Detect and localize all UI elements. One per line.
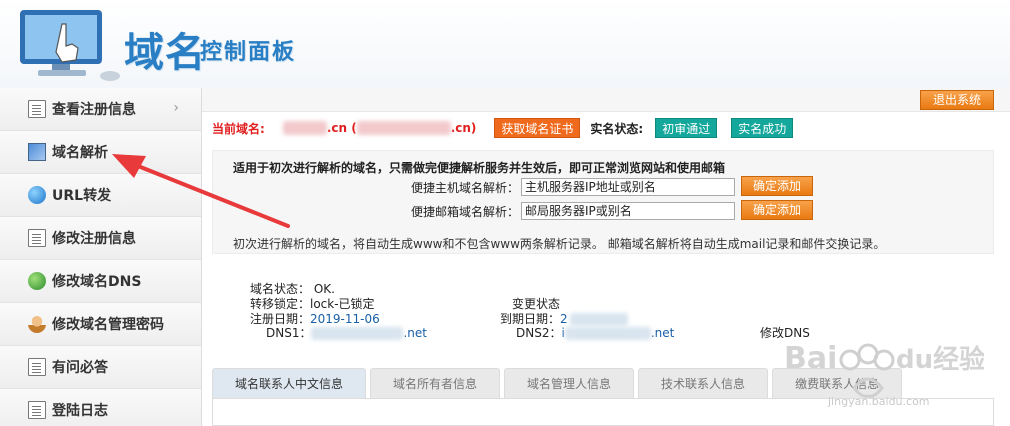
mail-add-button[interactable]: 确定添加: [741, 200, 813, 220]
svg-text:Bai: Bai: [784, 341, 837, 376]
document-icon: [28, 401, 46, 419]
logo-title: 域名: [124, 30, 206, 76]
logout-button[interactable]: 退出系统: [920, 90, 994, 110]
tab-admin[interactable]: 域名管理人信息: [504, 368, 635, 398]
dns1-label: DNS1：: [266, 326, 312, 340]
quick-resolve-note: 初次进行解析的域名，将自动生成www和不包含www两条解析记录。 邮箱域名解析将…: [233, 237, 886, 251]
host-resolve-input[interactable]: 主机服务器IP地址或别名: [521, 178, 735, 196]
domain-suffix-close: .cn): [450, 121, 477, 135]
sidebar-item-label: 修改域名管理密码: [52, 317, 164, 333]
dns2-label: DNS2：: [516, 326, 562, 340]
sidebar-item-login-log[interactable]: 登陆日志: [0, 389, 201, 426]
sidebar-item-edit-dns[interactable]: 修改域名DNS: [0, 260, 201, 303]
dns1-value: .net: [403, 326, 427, 340]
domain-control-panel: 域名 控制面板 查看注册信息 › 域名解析 URL转发 修改注册信息 修改域名D…: [0, 0, 1010, 426]
sidebar-item-dns-resolve[interactable]: 域名解析: [0, 131, 201, 174]
document-icon: [28, 100, 46, 118]
current-domain-bar: 当前域名: .cn ( .cn) 获取域名证书 实名状态: 初审通过 实名成功: [212, 117, 794, 139]
sidebar-item-label: 域名解析: [52, 145, 108, 161]
mail-resolve-label: 便捷邮箱域名解析：: [411, 205, 520, 219]
sidebar-item-label: 登陆日志: [52, 403, 108, 419]
redacted-dns2: [564, 327, 651, 340]
quick-resolve-intro: 适用于初次进行解析的域名，只需做完便捷解析服务并生效后，即可正常浏览网站和使用邮…: [233, 161, 726, 175]
watermark-url: jingyan.baidu.com: [828, 395, 930, 408]
document-icon: [28, 358, 46, 376]
current-domain-label: 当前域名:: [212, 121, 265, 136]
quick-resolve-panel: 适用于初次进行解析的域名，只需做完便捷解析服务并生效后，即可正常浏览网站和使用邮…: [212, 150, 994, 254]
dns2: DNS2：i .net: [516, 324, 674, 341]
document-edit-icon: [28, 229, 46, 247]
sidebar-item-label: 查看注册信息: [52, 102, 136, 118]
sidebar-item-faq[interactable]: 有问必答: [0, 346, 201, 389]
mail-resolve-input[interactable]: 邮局服务器IP或别名: [521, 202, 735, 220]
svg-text:du经验: du经验: [896, 344, 984, 375]
chevron-right-icon: ›: [173, 100, 179, 116]
sidebar-item-label: 修改域名DNS: [52, 274, 142, 290]
sidebar-item-edit-password[interactable]: 修改域名管理密码: [0, 303, 201, 346]
globe-icon: [28, 186, 46, 204]
sidebar-item-label: URL转发: [52, 188, 112, 204]
sidebar-item-edit-registration[interactable]: 修改注册信息: [0, 217, 201, 260]
get-certificate-button[interactable]: 获取域名证书: [494, 118, 581, 138]
redacted-domain-alt: [356, 121, 451, 135]
tab-contact-chinese[interactable]: 域名联系人中文信息: [212, 368, 367, 398]
host-add-button[interactable]: 确定添加: [741, 176, 813, 196]
computer-hand-logo-icon: [20, 10, 120, 81]
globe-dns-icon: [28, 272, 46, 290]
real-name-status-label: 实名状态:: [590, 121, 644, 136]
domain-suffix: .cn (: [326, 121, 357, 135]
sidebar-item-label: 修改注册信息: [52, 231, 136, 247]
top-bar: [202, 88, 1010, 112]
redacted-domain: [282, 121, 327, 135]
sidebar-item-label: 有问必答: [52, 360, 108, 376]
network-icon: [28, 143, 46, 161]
status-badge-success: 实名成功: [731, 118, 794, 138]
sidebar-item-view-registration[interactable]: 查看注册信息 ›: [0, 88, 201, 131]
host-resolve-label: 便捷主机域名解析：: [411, 181, 520, 195]
redacted-dns1: [311, 327, 404, 340]
tab-owner[interactable]: 域名所有者信息: [370, 368, 501, 398]
sidebar-item-url-forward[interactable]: URL转发: [0, 174, 201, 217]
logo-subtitle: 控制面板: [200, 40, 297, 65]
user-icon: [28, 315, 46, 333]
sidebar: 查看注册信息 › 域名解析 URL转发 修改注册信息 修改域名DNS 修改域名管…: [0, 88, 202, 426]
header: 域名 控制面板: [0, 0, 1010, 88]
status-badge-review: 初审通过: [655, 118, 718, 138]
dns2-value: .net: [650, 326, 675, 340]
dns1: DNS1： .net: [266, 324, 427, 341]
tab-tech[interactable]: 技术联系人信息: [638, 368, 769, 398]
